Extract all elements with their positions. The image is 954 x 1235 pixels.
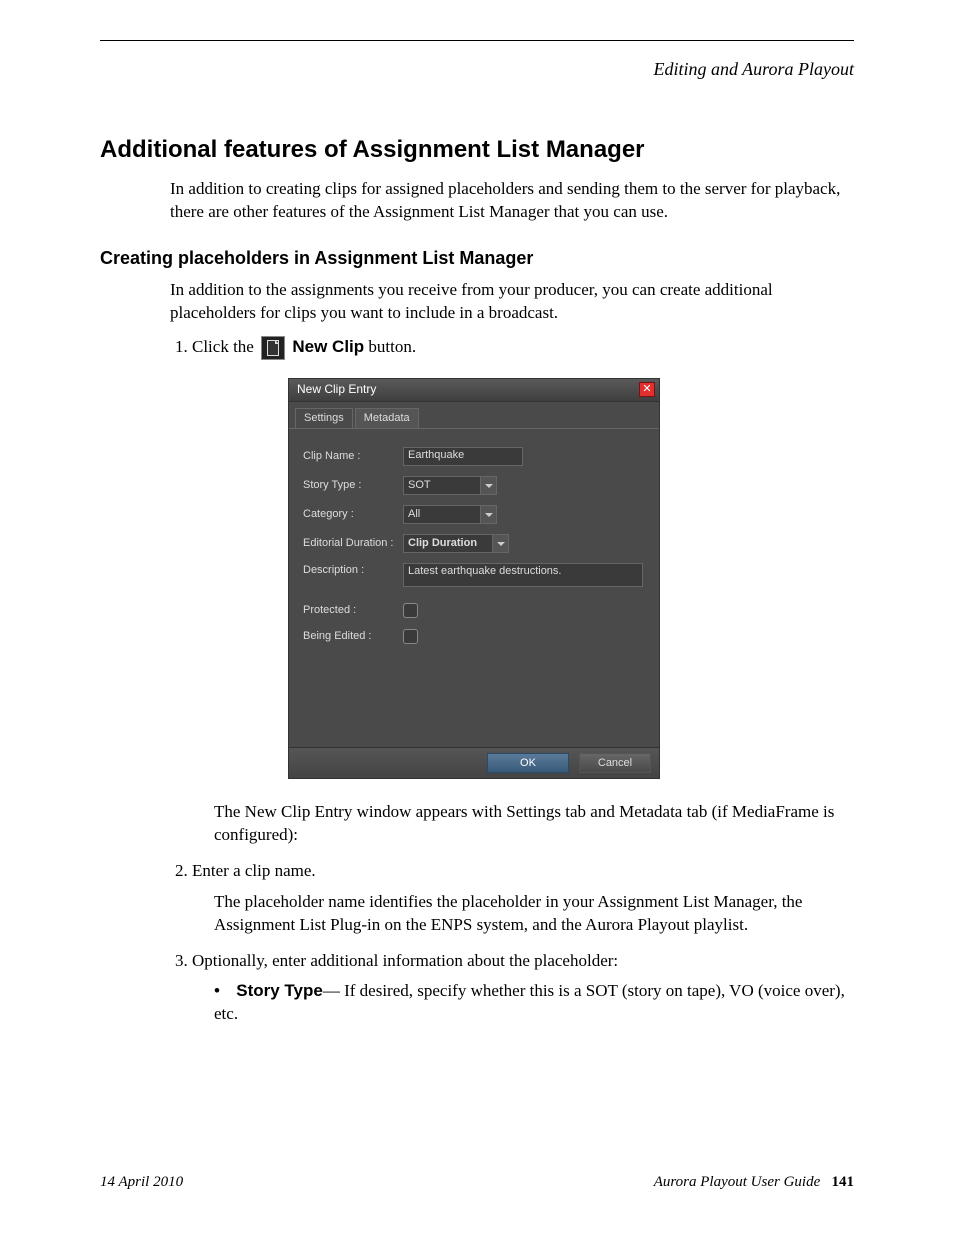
step1-text-pre: Click the bbox=[192, 337, 258, 356]
step1-text-post: button. bbox=[364, 337, 416, 356]
tab-metadata[interactable]: Metadata bbox=[355, 408, 419, 428]
dialog-footer: OK Cancel bbox=[289, 747, 659, 778]
step-3: Optionally, enter additional information… bbox=[192, 949, 854, 1026]
chevron-down-icon bbox=[492, 535, 508, 552]
description-field[interactable]: Latest earthquake destructions. bbox=[403, 563, 643, 587]
intro-paragraph: In addition to creating clips for assign… bbox=[170, 178, 854, 224]
step2-text: Enter a clip name. bbox=[192, 861, 316, 880]
category-value: All bbox=[408, 507, 420, 522]
label-story-type: Story Type : bbox=[303, 478, 403, 493]
step3-text: Optionally, enter additional information… bbox=[192, 951, 618, 970]
label-protected: Protected : bbox=[303, 603, 403, 618]
sub-intro-paragraph: In addition to the assignments you recei… bbox=[170, 279, 854, 325]
label-description: Description : bbox=[303, 563, 403, 578]
dialog-titlebar: New Clip Entry ✕ bbox=[289, 379, 659, 402]
page-footer: 14 April 2010 Aurora Playout User Guide … bbox=[100, 1174, 854, 1191]
editorial-duration-select[interactable]: Clip Duration bbox=[403, 534, 509, 553]
editorial-duration-value: Clip Duration bbox=[408, 536, 477, 551]
section-heading: Additional features of Assignment List M… bbox=[100, 136, 854, 164]
step-2: Enter a clip name. The placeholder name … bbox=[192, 859, 854, 937]
bullet-label: Story Type bbox=[236, 981, 323, 1000]
step2-followup: The placeholder name identifies the plac… bbox=[214, 891, 854, 937]
new-clip-icon bbox=[261, 336, 285, 360]
label-clip-name: Clip Name : bbox=[303, 449, 403, 464]
chevron-down-icon bbox=[480, 477, 496, 494]
steps-list: Click the New Clip button. New Clip Entr… bbox=[170, 335, 854, 1026]
step3-bullet-story-type: Story Type— If desired, specify whether … bbox=[214, 979, 854, 1027]
after-dialog-text: The New Clip Entry window appears with S… bbox=[214, 801, 854, 847]
tab-settings[interactable]: Settings bbox=[295, 408, 353, 428]
footer-date: 14 April 2010 bbox=[100, 1174, 183, 1191]
chevron-down-icon bbox=[480, 506, 496, 523]
category-select[interactable]: All bbox=[403, 505, 497, 524]
cancel-button[interactable]: Cancel bbox=[579, 753, 651, 773]
label-being-edited: Being Edited : bbox=[303, 629, 403, 644]
step-1: Click the New Clip button. New Clip Entr… bbox=[192, 335, 854, 847]
dialog-body: Clip Name : Earthquake Story Type : SOT … bbox=[289, 428, 659, 747]
dialog-tabs: Settings Metadata bbox=[289, 402, 659, 428]
story-type-value: SOT bbox=[408, 478, 431, 493]
new-clip-entry-dialog: New Clip Entry ✕ Settings Metadata Clip … bbox=[288, 378, 660, 779]
label-editorial-duration: Editorial Duration : bbox=[303, 536, 403, 551]
label-category: Category : bbox=[303, 507, 403, 522]
ok-button[interactable]: OK bbox=[487, 753, 569, 773]
subsection-heading: Creating placeholders in Assignment List… bbox=[100, 248, 854, 269]
clip-name-field[interactable]: Earthquake bbox=[403, 447, 523, 466]
footer-page-number: 141 bbox=[832, 1174, 855, 1190]
being-edited-checkbox[interactable] bbox=[403, 629, 418, 644]
step1-button-name: New Clip bbox=[292, 337, 364, 356]
dialog-title: New Clip Entry bbox=[297, 381, 376, 398]
close-icon[interactable]: ✕ bbox=[639, 382, 655, 397]
story-type-select[interactable]: SOT bbox=[403, 476, 497, 495]
protected-checkbox[interactable] bbox=[403, 603, 418, 618]
footer-guide: Aurora Playout User Guide bbox=[654, 1174, 821, 1190]
running-header: Editing and Aurora Playout bbox=[100, 59, 854, 80]
